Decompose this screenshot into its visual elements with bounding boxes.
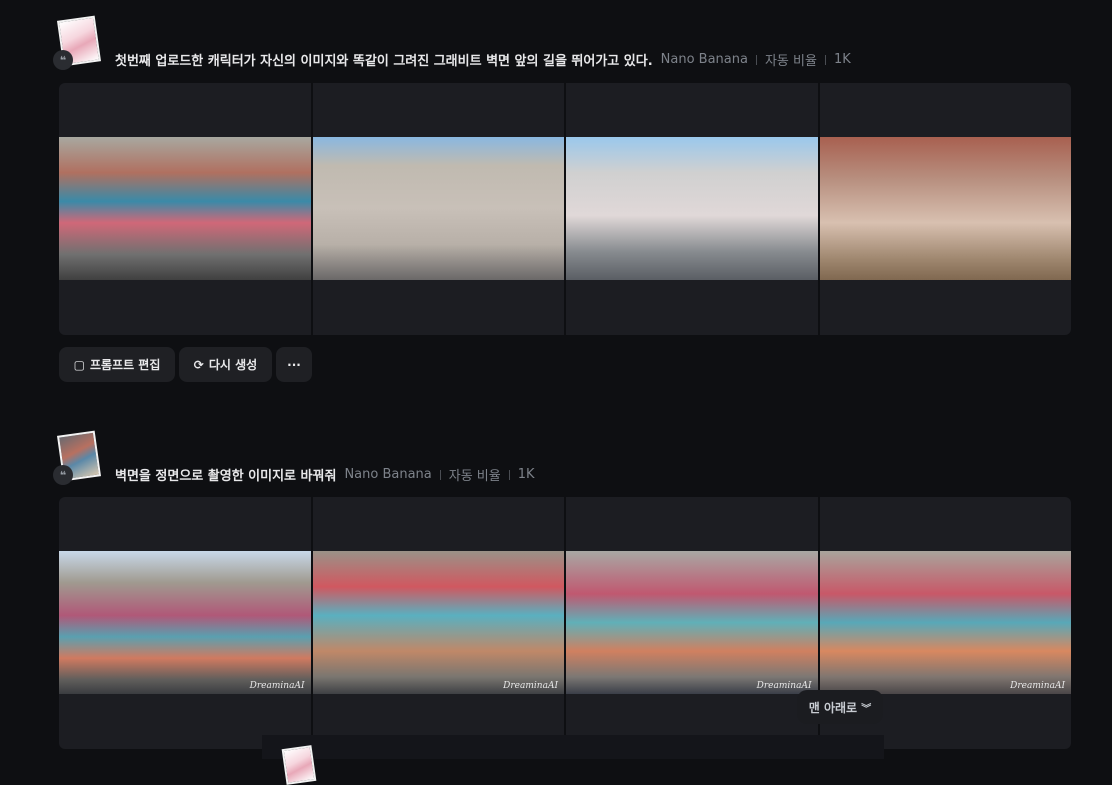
refresh-icon: ⟳ xyxy=(193,357,204,372)
generated-image[interactable]: DreaminaAI xyxy=(312,497,564,749)
prompt-text: 벽면을 정면으로 촬영한 이미지로 바꿔줘 xyxy=(115,469,337,484)
watermark: DreaminaAI xyxy=(503,681,558,691)
watermark: DreaminaAI xyxy=(1010,681,1065,691)
chevron-double-down-icon: ︾ xyxy=(861,703,872,715)
prompt-input-bar[interactable] xyxy=(262,735,884,759)
generated-image[interactable] xyxy=(312,83,564,335)
prompt-text: 첫번째 업로드한 캐릭터가 자신의 이미지와 똑같이 그려진 그래비트 벽면 앞… xyxy=(115,54,653,69)
generated-image[interactable] xyxy=(566,83,818,335)
edit-prompt-button[interactable]: ▢ 프롬프트 편집 xyxy=(59,347,175,382)
quote-icon: ❝ xyxy=(53,50,73,70)
ratio-label: 자동 비율 xyxy=(764,54,817,69)
model-label: Nano Banana xyxy=(660,52,748,67)
prompt-header: 벽면을 정면으로 촬영한 이미지로 바꿔줘 Nano Banana 자동 비율 … xyxy=(115,465,535,484)
more-button[interactable]: ··· xyxy=(276,347,312,382)
generated-image[interactable]: DreaminaAI xyxy=(59,497,311,749)
resolution-label: 1K xyxy=(833,52,851,67)
generated-image[interactable]: DreaminaAI xyxy=(566,497,818,749)
reference-image-thumbnail[interactable] xyxy=(281,745,317,785)
edit-icon: ▢ xyxy=(73,357,85,372)
more-icon: ··· xyxy=(287,357,301,372)
watermark: DreaminaAI xyxy=(249,681,305,691)
quote-icon: ❝ xyxy=(53,465,73,485)
generated-image[interactable] xyxy=(59,83,311,335)
ratio-label: 자동 비율 xyxy=(448,469,501,484)
model-label: Nano Banana xyxy=(344,467,432,482)
resolution-label: 1K xyxy=(517,467,535,482)
regenerate-button[interactable]: ⟳ 다시 생성 xyxy=(179,347,272,382)
generated-image[interactable] xyxy=(819,83,1071,335)
image-grid xyxy=(59,83,1071,335)
image-grid: DreaminaAI DreaminaAI DreaminaAI Dreamin… xyxy=(59,497,1071,749)
prompt-header: 첫번째 업로드한 캐릭터가 자신의 이미지와 똑같이 그려진 그래비트 벽면 앞… xyxy=(115,50,851,69)
scroll-to-bottom-button[interactable]: 맨 아래로 ︾ xyxy=(797,690,883,724)
